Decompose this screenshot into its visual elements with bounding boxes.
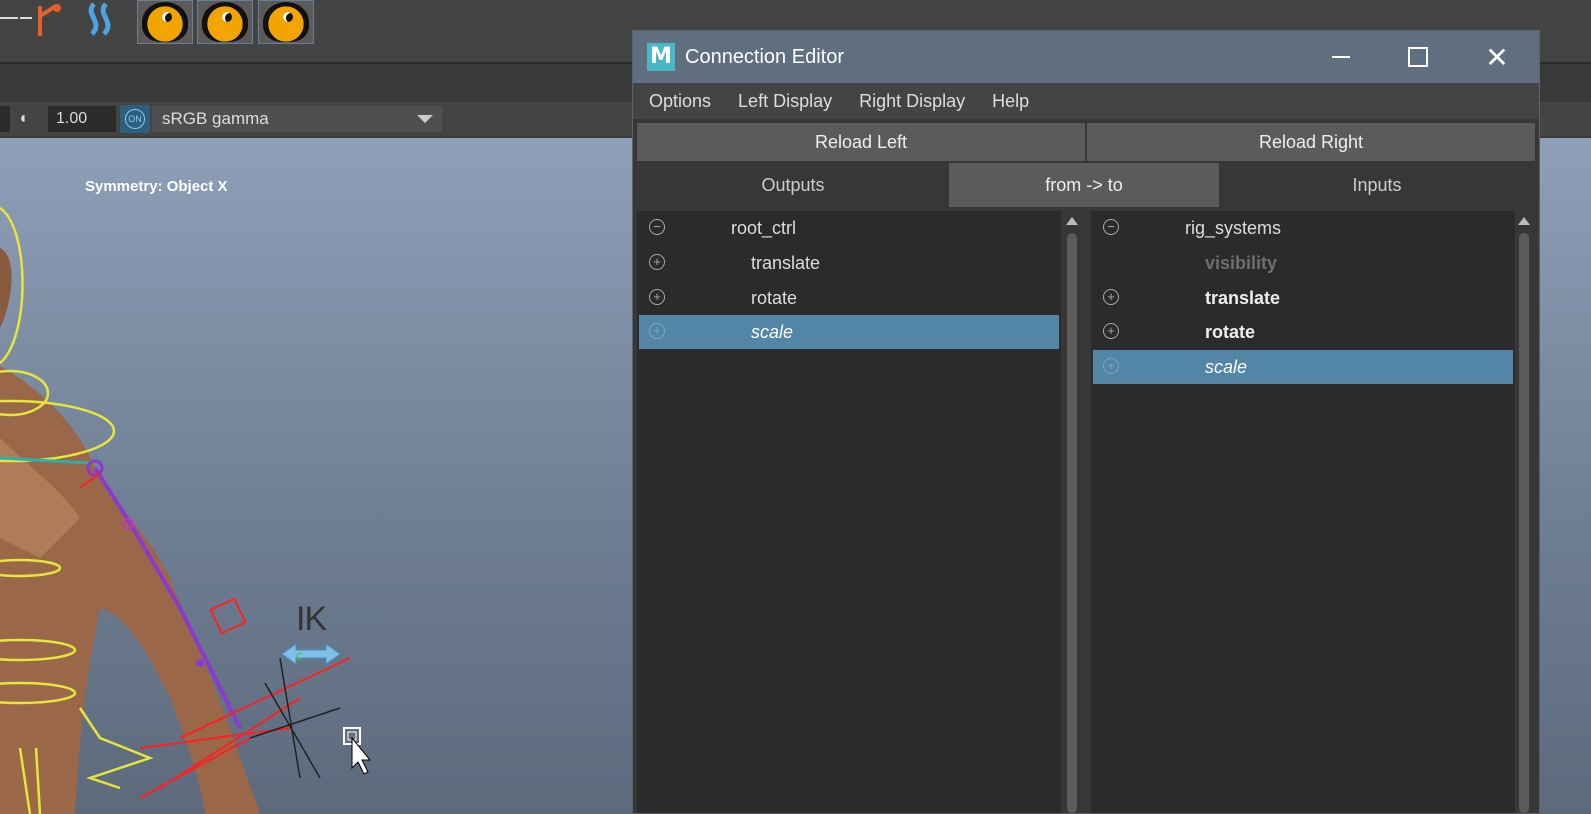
chevron-down-icon[interactable] [408, 106, 442, 132]
maya-logo-icon: M [647, 43, 675, 71]
ik-label: IK [296, 600, 327, 638]
attribute-label: translate [751, 253, 821, 273]
attribute-label: scale [751, 322, 794, 342]
direction-toggle-button[interactable]: from -> to [949, 163, 1219, 207]
menu-right-display[interactable]: Right Display [859, 91, 965, 112]
exposure-icon[interactable]: ◖ [18, 106, 38, 132]
svg-text:c: c [296, 649, 303, 663]
attribute-label: scale [1205, 357, 1248, 377]
list-item[interactable]: visibility [1093, 246, 1513, 280]
node-label: root_ctrl [731, 218, 797, 238]
attribute-label: rotate [751, 288, 798, 308]
attribute-panes: − root_ctrl + translate + rotate + scale… [637, 211, 1535, 813]
list-item[interactable]: + translate [1093, 281, 1513, 315]
list-item[interactable]: + translate [639, 246, 1059, 280]
expand-icon[interactable]: + [649, 254, 665, 270]
list-item[interactable]: + rotate [1093, 315, 1513, 349]
title-bar[interactable]: M Connection Editor ✕ [633, 31, 1539, 83]
right-scrollbar[interactable] [1515, 211, 1533, 813]
node-label: rig_systems [1185, 218, 1282, 238]
list-item[interactable]: + rotate [639, 281, 1059, 315]
attribute-label: rotate [1205, 322, 1256, 342]
reload-left-button[interactable]: Reload Left [637, 123, 1085, 161]
menu-bar: Options Left Display Right Display Help [633, 83, 1539, 119]
list-item[interactable]: − rig_systems [1093, 211, 1513, 245]
color-management-toggle[interactable]: ON [120, 105, 150, 133]
reload-right-button[interactable]: Reload Right [1087, 123, 1535, 161]
mode-row: Outputs from -> to Inputs [633, 163, 1539, 207]
scroll-track[interactable] [1519, 233, 1529, 813]
menu-help[interactable]: Help [992, 91, 1029, 112]
menu-options[interactable]: Options [649, 91, 711, 112]
gamma-input[interactable]: 1.00 [48, 106, 116, 132]
eye-tool-3-icon[interactable] [258, 0, 314, 44]
maximize-button[interactable] [1398, 39, 1438, 75]
list-item[interactable]: − root_ctrl [639, 211, 1059, 245]
maya-screen: { "viewport": { "gamma_value": "1.00", "… [0, 0, 1591, 814]
menu-left-display[interactable]: Left Display [738, 91, 832, 112]
spline-tool-icon[interactable] [80, 0, 124, 44]
expand-icon[interactable]: + [1103, 358, 1119, 374]
left-scrollbar[interactable] [1063, 211, 1081, 813]
scroll-up-icon[interactable] [1066, 217, 1078, 225]
collapse-icon[interactable]: − [649, 219, 665, 235]
expand-icon[interactable]: + [1103, 289, 1119, 305]
toolbar-field-stub[interactable] [0, 106, 10, 132]
reload-row: Reload Left Reload Right [633, 119, 1539, 161]
attribute-label: translate [1205, 288, 1281, 308]
ik-handle-tool-icon[interactable] [0, 0, 70, 44]
scroll-track[interactable] [1067, 233, 1077, 813]
list-item-selected[interactable]: + scale [639, 315, 1059, 349]
expand-icon[interactable]: + [649, 323, 665, 339]
outputs-button[interactable]: Outputs [637, 163, 949, 207]
toggle-label: ON [125, 109, 145, 129]
eye-tool-2-icon[interactable] [197, 0, 253, 44]
window-title: Connection Editor [685, 45, 844, 68]
scroll-up-icon[interactable] [1518, 217, 1530, 225]
connection-editor-window: M Connection Editor ✕ Options Left Displ… [632, 30, 1540, 814]
attribute-label: visibility [1205, 253, 1278, 273]
symmetry-label: Symmetry: Object X [85, 178, 228, 195]
inputs-button[interactable]: Inputs [1219, 163, 1535, 207]
collapse-icon[interactable]: − [1103, 219, 1119, 235]
eye-tool-1-icon[interactable] [137, 0, 193, 44]
character-rig-figure[interactable]: c [0, 138, 640, 814]
expand-icon[interactable]: + [649, 289, 665, 305]
color-space-select[interactable]: sRGB gamma [152, 106, 442, 132]
left-attribute-list[interactable]: − root_ctrl + translate + rotate + scale [637, 211, 1061, 813]
right-attribute-list[interactable]: − rig_systems visibility + translate + r… [1091, 211, 1515, 813]
expand-icon[interactable]: + [1103, 323, 1119, 339]
list-item-selected[interactable]: + scale [1093, 350, 1513, 384]
minimize-button[interactable] [1321, 39, 1361, 75]
close-button[interactable]: ✕ [1477, 39, 1517, 75]
